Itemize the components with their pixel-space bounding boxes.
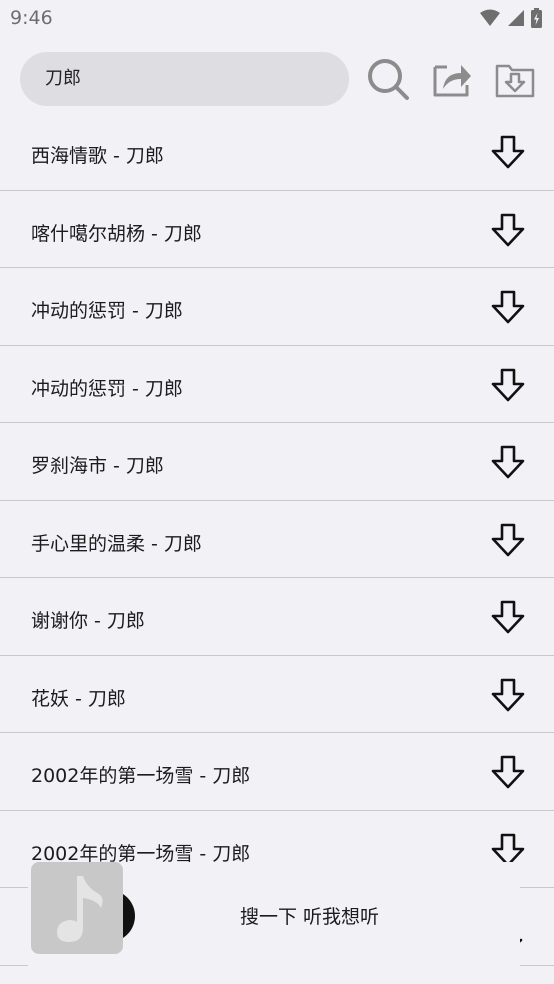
search-icon xyxy=(368,59,409,100)
song-title: 2002年的第一场雪 - 刀郎 xyxy=(31,765,251,787)
download-folder-button[interactable] xyxy=(491,50,539,108)
mini-player[interactable]: 搜一下 听我想听 xyxy=(28,862,520,976)
download-arrow-icon[interactable] xyxy=(488,366,528,406)
download-arrow-icon[interactable] xyxy=(488,753,528,793)
list-item[interactable]: 冲动的惩罚 - 刀郎 xyxy=(0,268,554,346)
album-cover[interactable] xyxy=(31,862,123,954)
song-title: 冲动的惩罚 - 刀郎 xyxy=(31,377,183,400)
list-item[interactable]: 2002年的第一场雪 - 刀郎 xyxy=(0,733,554,811)
song-title: 花妖 - 刀郎 xyxy=(31,687,126,710)
list-item[interactable]: 谢谢你 - 刀郎 xyxy=(0,578,554,656)
download-arrow-icon[interactable] xyxy=(488,288,528,328)
song-title: 冲动的惩罚 - 刀郎 xyxy=(31,300,183,322)
share-button[interactable] xyxy=(428,50,476,108)
music-note-icon xyxy=(57,876,103,942)
song-list: 西海情歌 - 刀郎 喀什噶尔胡杨 - 刀郎 冲动的惩罚 - 刀郎 冲动的惩罚 -… xyxy=(0,113,554,966)
song-title: 罗刹海市 - 刀郎 xyxy=(31,455,164,477)
list-item[interactable]: 西海情歌 - 刀郎 xyxy=(0,113,554,191)
download-arrow-icon[interactable] xyxy=(488,521,528,561)
list-item[interactable]: 花妖 - 刀郎 xyxy=(0,656,554,733)
status-bar: 9:46 xyxy=(0,0,554,38)
share-icon xyxy=(433,65,471,97)
download-arrow-icon[interactable] xyxy=(488,598,528,638)
wifi-icon xyxy=(480,9,500,26)
download-arrow-icon[interactable] xyxy=(488,676,528,716)
search-row: 刀郎 xyxy=(0,50,554,108)
song-title: 喀什噶尔胡杨 - 刀郎 xyxy=(31,222,202,245)
list-item[interactable]: 冲动的惩罚 - 刀郎 xyxy=(0,346,554,423)
song-title: 手心里的温柔 - 刀郎 xyxy=(31,532,202,555)
status-time: 9:46 xyxy=(10,7,53,29)
download-folder-icon xyxy=(495,64,535,98)
download-arrow-icon[interactable] xyxy=(488,133,528,173)
battery-icon xyxy=(531,8,542,28)
cellular-signal-icon xyxy=(508,10,524,26)
list-item[interactable]: 喀什噶尔胡杨 - 刀郎 xyxy=(0,191,554,268)
download-arrow-icon[interactable] xyxy=(488,211,528,251)
search-input[interactable]: 刀郎 xyxy=(20,52,349,106)
status-icons xyxy=(479,8,542,28)
download-arrow-icon[interactable] xyxy=(488,443,528,483)
song-title: 西海情歌 - 刀郎 xyxy=(31,145,164,167)
player-label: 搜一下 听我想听 xyxy=(240,906,380,928)
song-title: 谢谢你 - 刀郎 xyxy=(31,610,145,632)
list-item[interactable]: 罗刹海市 - 刀郎 xyxy=(0,423,554,501)
list-item[interactable]: 手心里的温柔 - 刀郎 xyxy=(0,501,554,578)
search-button[interactable] xyxy=(364,50,412,108)
